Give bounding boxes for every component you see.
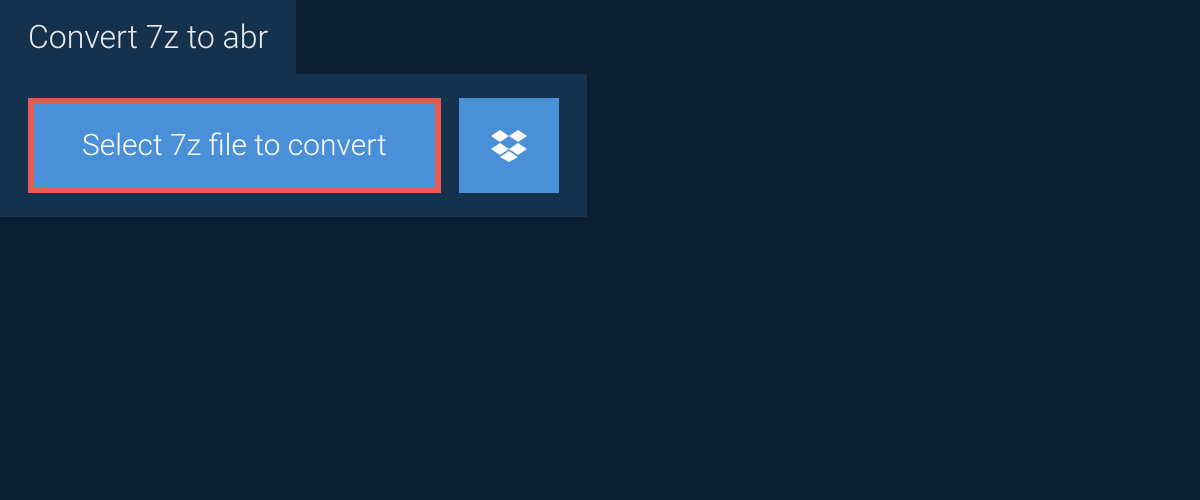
dropbox-icon	[491, 130, 527, 162]
dropbox-button[interactable]	[459, 98, 559, 193]
select-file-label: Select 7z file to convert	[82, 128, 387, 163]
tab-convert[interactable]: Convert 7z to abr	[0, 0, 296, 74]
select-file-highlight: Select 7z file to convert	[28, 98, 441, 193]
select-file-button[interactable]: Select 7z file to convert	[34, 104, 435, 187]
upload-panel: Select 7z file to convert	[0, 74, 587, 217]
tab-title: Convert 7z to abr	[28, 18, 268, 56]
tab-bar: Convert 7z to abr	[0, 0, 1200, 74]
